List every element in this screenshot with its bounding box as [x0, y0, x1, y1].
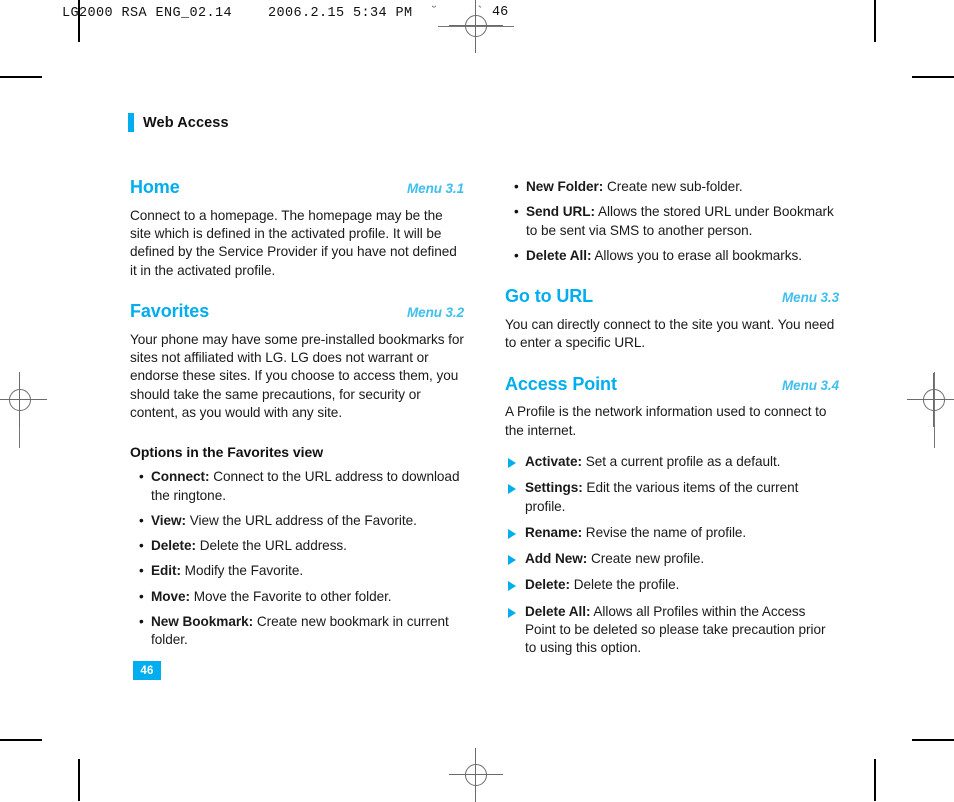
- list-item-label: Delete All:: [526, 247, 592, 263]
- bullet-dot-icon: •: [139, 563, 144, 579]
- list-item-text: Create new profile.: [587, 551, 705, 567]
- list-item: • Send URL: Allows the stored URL under …: [514, 203, 839, 240]
- section-header-favorites: Favorites Menu 3.2: [130, 300, 464, 322]
- list-item-label: Send URL:: [526, 204, 596, 220]
- triangle-bullet-icon: [508, 581, 516, 592]
- list-item: Delete All: Allows all Profiles within t…: [508, 603, 839, 658]
- list-item-text: Allows you to erase all bookmarks.: [591, 247, 802, 263]
- list-item-text: Modify the Favorite.: [180, 563, 304, 579]
- favorites-options-list-continued: • New Folder: Create new sub-folder. • S…: [505, 178, 839, 265]
- section-paragraph-access-point: A Profile is the network information use…: [505, 404, 827, 438]
- triangle-bullet-icon: [508, 528, 516, 539]
- list-item-label: Activate:: [525, 453, 582, 469]
- access-point-options-list: Activate: Set a current profile as a def…: [505, 453, 839, 658]
- list-item: Activate: Set a current profile as a def…: [508, 453, 839, 471]
- triangle-bullet-icon: [508, 607, 516, 618]
- bullet-dot-icon: •: [514, 179, 519, 194]
- section-menu-favorites: Menu 3.2: [407, 304, 464, 320]
- manual-page: Web Access Home Menu 3.1 Connect to a ho…: [0, 0, 954, 801]
- list-item-label: Delete:: [525, 577, 570, 593]
- section-header-access-point: Access Point Menu 3.4: [505, 373, 839, 395]
- list-item-label: Delete:: [151, 538, 196, 554]
- right-column: • New Folder: Create new sub-folder. • S…: [505, 178, 839, 666]
- section-title-favorites: Favorites: [130, 300, 210, 321]
- triangle-bullet-icon: [508, 555, 516, 566]
- list-item-label: Settings:: [525, 480, 583, 496]
- list-item-text: View the URL address of the Favorite.: [186, 512, 417, 528]
- list-item: Delete: Delete the profile.: [508, 576, 839, 594]
- list-item: • Delete All: Allows you to erase all bo…: [514, 247, 839, 265]
- list-item: • New Bookmark: Create new bookmark in c…: [139, 613, 464, 650]
- section-header-home: Home Menu 3.1: [130, 177, 464, 198]
- section-title-go-to-url: Go to URL: [505, 286, 594, 307]
- list-item: • Edit: Modify the Favorite.: [139, 562, 464, 580]
- section-menu-access-point: Menu 3.4: [782, 377, 839, 393]
- list-item-text: Delete the profile.: [569, 577, 680, 593]
- chapter-accent-bar: [128, 113, 134, 132]
- section-title-home: Home: [130, 177, 180, 197]
- section-title-access-point: Access Point: [505, 373, 617, 394]
- list-item: Settings: Edit the various items of the …: [508, 479, 839, 516]
- bullet-dot-icon: •: [139, 588, 144, 604]
- list-item: • Connect: Connect to the URL address to…: [139, 468, 464, 505]
- section-menu-home: Menu 3.1: [407, 181, 464, 196]
- list-item: Add New: Create new profile.: [508, 550, 839, 568]
- list-item-label: Connect:: [151, 469, 210, 485]
- list-item-text: Set a current profile as a default.: [581, 453, 781, 469]
- chapter-title: Web Access: [143, 114, 229, 131]
- chapter-header: Web Access: [128, 113, 229, 132]
- bullet-dot-icon: •: [139, 614, 144, 630]
- list-item-label: Rename:: [525, 524, 583, 540]
- list-item-label: Add New:: [525, 551, 588, 567]
- list-item-label: View:: [151, 512, 187, 528]
- list-item-label: Edit:: [151, 563, 181, 579]
- list-item-label: Delete All:: [525, 603, 591, 619]
- list-item-text: Create new sub-folder.: [603, 179, 743, 194]
- favorites-options-list: • Connect: Connect to the URL address to…: [130, 468, 464, 649]
- list-item: Rename: Revise the name of profile.: [508, 524, 839, 542]
- list-item-label: New Bookmark:: [151, 614, 254, 630]
- list-item-label: New Folder:: [526, 179, 604, 194]
- list-item: • Move: Move the Favorite to other folde…: [139, 588, 464, 606]
- section-paragraph-favorites: Your phone may have some pre-installed b…: [130, 331, 464, 420]
- section-header-go-to-url: Go to URL Menu 3.3: [505, 286, 839, 307]
- bullet-dot-icon: •: [514, 247, 519, 263]
- list-item: • New Folder: Create new sub-folder.: [514, 178, 839, 196]
- bullet-dot-icon: •: [139, 512, 144, 528]
- bullet-dot-icon: •: [139, 469, 144, 485]
- section-paragraph-home: Connect to a homepage. The homepage may …: [130, 207, 457, 278]
- section-menu-go-to-url: Menu 3.3: [782, 290, 839, 306]
- left-column: Home Menu 3.1 Connect to a homepage. The…: [130, 177, 464, 657]
- list-item-text: Delete the URL address.: [195, 538, 347, 554]
- list-item-label: Move:: [151, 588, 191, 604]
- subheading-favorites-options: Options in the Favorites view: [130, 444, 324, 461]
- list-item: • View: View the URL address of the Favo…: [139, 512, 464, 530]
- bullet-dot-icon: •: [139, 538, 144, 554]
- triangle-bullet-icon: [508, 457, 516, 468]
- bullet-dot-icon: •: [514, 204, 519, 220]
- list-item-text: Move the Favorite to other folder.: [190, 588, 392, 604]
- list-item-text: Revise the name of profile.: [582, 524, 747, 540]
- triangle-bullet-icon: [508, 484, 516, 495]
- list-item: • Delete: Delete the URL address.: [139, 537, 464, 555]
- page-number-badge: 46: [133, 661, 161, 680]
- section-paragraph-go-to-url: You can directly connect to the site you…: [505, 316, 835, 351]
